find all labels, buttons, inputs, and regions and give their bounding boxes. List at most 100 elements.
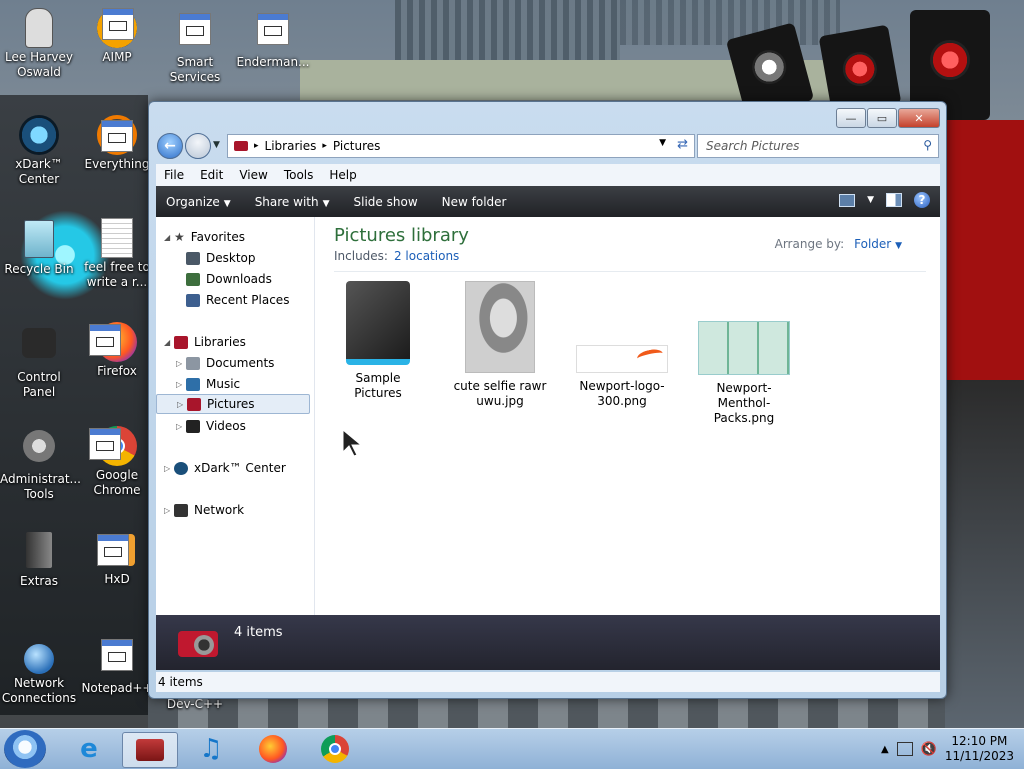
desktop-icon-recycle-bin[interactable]: Recycle Bin — [0, 218, 78, 277]
desktop-icon-text-document[interactable]: feel free to write a r... — [78, 218, 156, 290]
nav-documents[interactable]: ▷ Documents — [176, 353, 274, 373]
show-hidden-icons-button[interactable]: ▲ — [881, 744, 889, 755]
expand-arrow-icon[interactable]: ▷ — [176, 422, 186, 431]
start-button[interactable] — [4, 730, 46, 768]
hxd-app-icon — [97, 530, 137, 570]
expand-arrow-icon[interactable]: ▷ — [176, 359, 186, 368]
desktop-icon-notepadpp[interactable]: Notepad++ — [78, 634, 156, 696]
mouse-cursor-icon — [342, 428, 363, 457]
nav-favorites[interactable]: ◢ ★ Favorites — [164, 227, 245, 247]
nav-downloads[interactable]: Downloads — [186, 269, 272, 289]
desktop-icon-aimp[interactable]: AIMP — [78, 8, 156, 65]
desktop-icon-devcpp[interactable]: Dev-C++ — [156, 697, 234, 712]
expand-arrow-icon[interactable]: ▷ — [164, 464, 174, 473]
search-icon[interactable]: ⚲ — [923, 138, 932, 152]
explorer-window[interactable]: — ▭ ✕ ← ▼ ▸ Libraries ▸ Pictures ▼ ⇄ Sea… — [148, 101, 947, 699]
menu-edit[interactable]: Edit — [192, 168, 231, 182]
desktop-icon-google-chrome[interactable]: Google Chrome — [78, 426, 156, 498]
taskbar-chrome[interactable] — [308, 732, 362, 766]
menu-tools[interactable]: Tools — [276, 168, 322, 182]
nav-label: Downloads — [206, 272, 272, 286]
expand-arrow-icon[interactable]: ▷ — [177, 400, 187, 409]
nav-videos[interactable]: ▷ Videos — [176, 416, 246, 436]
nav-label: Documents — [206, 356, 275, 370]
nav-desktop[interactable]: Desktop — [186, 248, 256, 268]
arrange-by: Arrange by: Folder ▼ — [775, 237, 902, 251]
network-status-icon[interactable] — [896, 742, 913, 756]
maximize-button[interactable]: ▭ — [867, 108, 897, 128]
file-item-sample-pictures[interactable]: Sample Pictures — [330, 281, 426, 401]
new-folder-button[interactable]: New folder — [432, 195, 521, 209]
share-with-button[interactable]: Share with ▼ — [245, 195, 344, 209]
nav-xdark-center[interactable]: ▷ xDark™ Center — [164, 458, 286, 478]
file-item-newport-packs[interactable]: Newport-Menthol-Packs.png — [696, 281, 792, 426]
file-item-newport-logo[interactable]: Newport-logo-300.png — [574, 281, 670, 409]
taskbar-media-player[interactable]: ♫ — [184, 732, 238, 766]
packs-thumbnail-icon — [698, 321, 790, 375]
help-button[interactable]: ? — [914, 192, 930, 208]
desktop-icon-everything[interactable]: Everything — [78, 115, 156, 172]
nav-music[interactable]: ▷ Music — [176, 374, 240, 394]
view-options-dropdown[interactable]: ▼ — [867, 195, 874, 205]
desktop-icon-label: Administrat... Tools — [0, 472, 81, 501]
desktop-icon-label: Extras — [20, 574, 58, 588]
desktop-icon-admin-tools[interactable]: Administrat... Tools — [0, 426, 81, 502]
taskbar-firefox[interactable] — [246, 732, 300, 766]
menu-help[interactable]: Help — [321, 168, 364, 182]
nav-network[interactable]: ▷ Network — [164, 500, 244, 520]
search-input[interactable]: Search Pictures ⚲ — [697, 134, 939, 158]
taskbar-explorer[interactable] — [122, 732, 178, 768]
menu-file[interactable]: File — [156, 168, 192, 182]
close-button[interactable]: ✕ — [898, 108, 940, 128]
includes-label: Includes: — [334, 249, 388, 263]
nav-recent-places[interactable]: Recent Places — [186, 290, 289, 310]
volume-muted-icon[interactable]: 🔇 — [921, 742, 937, 757]
desktop-icon-xdark-center[interactable]: xDark™ Center — [0, 115, 78, 187]
wallpaper-crowd — [148, 697, 945, 728]
desktop-icon-firefox[interactable]: Firefox — [78, 322, 156, 379]
refresh-icon[interactable]: ⇄ — [677, 137, 688, 152]
back-button[interactable]: ← — [157, 133, 183, 159]
desktop-icon-network-connections[interactable]: Network Connections — [0, 634, 78, 706]
breadcrumb-separator: ▸ — [254, 141, 259, 151]
slide-show-button[interactable]: Slide show — [344, 195, 432, 209]
breadcrumb-libraries[interactable]: Libraries — [265, 139, 317, 153]
forward-button[interactable] — [185, 133, 211, 159]
file-item-cute-selfie[interactable]: cute selfie rawr uwu.jpg — [452, 281, 548, 409]
recent-pages-dropdown[interactable]: ▼ — [213, 140, 220, 150]
organize-button[interactable]: Organize ▼ — [156, 195, 245, 209]
menu-view[interactable]: View — [231, 168, 275, 182]
collapse-arrow-icon[interactable]: ◢ — [164, 338, 174, 347]
address-dropdown[interactable]: ▼ — [659, 138, 666, 148]
desktop-icon-label: Smart Services — [169, 55, 221, 84]
downloads-icon — [186, 272, 200, 286]
extras-folder-icon — [19, 532, 59, 572]
desktop-icon-smart-services[interactable]: Smart Services — [156, 8, 234, 85]
expand-arrow-icon[interactable]: ▷ — [164, 506, 174, 515]
libraries-folder-icon — [234, 141, 248, 151]
desktop-icon-hxd[interactable]: HxD — [78, 530, 156, 587]
internet-explorer-icon: e — [80, 734, 98, 764]
taskbar-internet-explorer[interactable]: e — [62, 732, 116, 766]
desktop-icon-extras[interactable]: Extras — [0, 530, 78, 589]
preview-pane-icon[interactable] — [886, 193, 902, 207]
locations-link[interactable]: 2 locations — [394, 249, 459, 263]
nav-pictures[interactable]: ▷ Pictures — [156, 394, 310, 414]
change-view-icon[interactable] — [839, 193, 856, 207]
nav-libraries[interactable]: ◢ Libraries — [164, 332, 246, 352]
breadcrumb-pictures[interactable]: Pictures — [333, 139, 381, 153]
desktop-icon-enderman[interactable]: Enderman... — [234, 8, 312, 70]
desktop-icon-label: Google Chrome — [93, 468, 141, 497]
clock[interactable]: 12:10 PM 11/11/2023 — [945, 734, 1014, 764]
taskbar: e ♫ ▲ 🔇 12:10 PM 11/11/2023 — [0, 728, 1024, 769]
minimize-button[interactable]: — — [836, 108, 866, 128]
desktop-icon-lee-harvey-oswald[interactable]: Lee Harvey Oswald — [0, 8, 78, 80]
collapse-arrow-icon[interactable]: ◢ — [164, 233, 174, 242]
documents-icon — [186, 356, 200, 370]
desktop-icon-control-panel[interactable]: Control Panel — [0, 322, 78, 400]
desktop-icon-label: Network Connections — [1, 676, 77, 705]
expand-arrow-icon[interactable]: ▷ — [176, 380, 186, 389]
network-icon — [174, 503, 188, 517]
address-bar[interactable]: ▸ Libraries ▸ Pictures ▼ ⇄ — [227, 134, 695, 158]
arrange-by-dropdown[interactable]: Folder ▼ — [854, 237, 902, 251]
